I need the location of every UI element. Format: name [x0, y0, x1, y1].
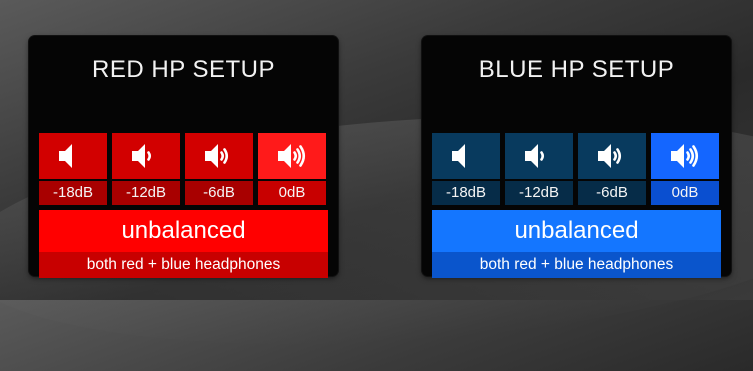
panel-title: RED HP SETUP — [92, 56, 275, 83]
speaker-1-wave-icon — [112, 133, 180, 179]
volume-button-row: -18dB -12dB -6dB 0dB — [432, 133, 721, 205]
speaker-0-waves-icon — [39, 133, 107, 179]
speaker-1-wave-icon — [505, 133, 573, 179]
volume-button-minus-12db[interactable]: -12dB — [505, 133, 573, 205]
mode-sublabel: both red + blue headphones — [432, 252, 721, 278]
volume-label: 0dB — [651, 181, 719, 205]
volume-label: -12dB — [112, 181, 180, 205]
volume-label: -18dB — [39, 181, 107, 205]
red-hp-setup-panel: RED HP SETUP -18dB -12dB -6dB 0dB unbala… — [29, 36, 338, 278]
mode-label: unbalanced — [432, 210, 721, 252]
mode-button[interactable]: unbalanced both red + blue headphones — [39, 210, 328, 278]
mode-button[interactable]: unbalanced both red + blue headphones — [432, 210, 721, 278]
mode-sublabel: both red + blue headphones — [39, 252, 328, 278]
volume-button-0db[interactable]: 0dB — [258, 133, 326, 205]
volume-button-minus-12db[interactable]: -12dB — [112, 133, 180, 205]
volume-label: 0dB — [258, 181, 326, 205]
volume-button-minus-6db[interactable]: -6dB — [578, 133, 646, 205]
mode-label: unbalanced — [39, 210, 328, 252]
speaker-2-waves-icon — [185, 133, 253, 179]
volume-label: -18dB — [432, 181, 500, 205]
volume-label: -6dB — [185, 181, 253, 205]
speaker-3-waves-icon — [651, 133, 719, 179]
speaker-0-waves-icon — [432, 133, 500, 179]
volume-button-0db[interactable]: 0dB — [651, 133, 719, 205]
volume-button-minus-6db[interactable]: -6dB — [185, 133, 253, 205]
volume-label: -6dB — [578, 181, 646, 205]
speaker-3-waves-icon — [258, 133, 326, 179]
volume-button-minus-18db[interactable]: -18dB — [432, 133, 500, 205]
volume-button-minus-18db[interactable]: -18dB — [39, 133, 107, 205]
blue-hp-setup-panel: BLUE HP SETUP -18dB -12dB -6dB 0dB unbal… — [422, 36, 731, 278]
volume-button-row: -18dB -12dB -6dB 0dB — [39, 133, 328, 205]
panel-title: BLUE HP SETUP — [478, 56, 675, 83]
volume-label: -12dB — [505, 181, 573, 205]
speaker-2-waves-icon — [578, 133, 646, 179]
